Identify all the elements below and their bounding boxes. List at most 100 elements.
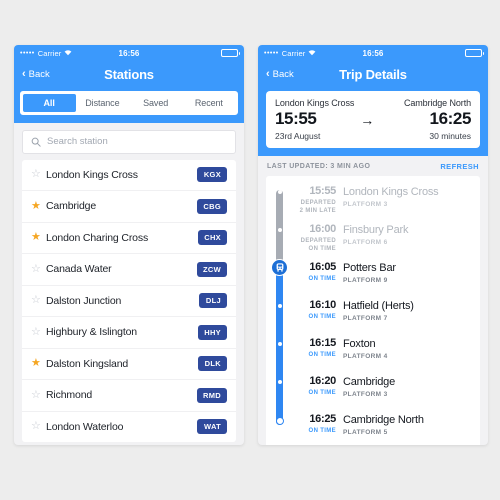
status-bar-trip: ••••• Carrier 16:56 [258,45,488,61]
station-code-badge: WAT [197,419,227,435]
stop-time: 15:55 [309,185,336,197]
destination-station: Cambridge North [403,98,471,108]
trip-summary-section: London Kings Cross 15:55 23rd August → C… [258,87,488,156]
star-icon[interactable]: ☆ [31,295,46,306]
table-row[interactable]: ☆ Richmond RMD [22,380,236,412]
table-row[interactable]: ★ Dalston Kingsland DLK [22,349,236,380]
battery-icon [221,49,240,57]
stop-dot [277,304,282,308]
station-code-badge: CBG [196,198,227,214]
back-button-trip[interactable]: ‹ Back [266,68,294,80]
star-icon[interactable]: ☆ [31,326,46,338]
stop-status: ON TIME [308,313,336,320]
stop-info-column: Finsbury Park PLATFORM 6 [343,223,471,261]
search-bar[interactable] [22,129,236,154]
list-item[interactable]: 16:00 DEPARTED ON TIME Finsbury Park PLA… [266,223,480,261]
stop-info-column: Cambridge North PLATFORM 5 [343,413,471,445]
table-row[interactable]: ☆ Highbury & Islington HHY [22,317,236,349]
wifi-icon [64,49,72,58]
timeline-rail [266,223,292,261]
station-name: Canada Water [46,263,112,276]
refresh-button[interactable]: REFRESH [440,162,479,171]
stop-time-column: 16:00 DEPARTED ON TIME [292,223,343,261]
filter-tab-recent[interactable]: Recent [182,94,235,113]
list-item[interactable]: 16:10 ON TIME Hatfield (Herts) PLATFORM … [266,299,480,337]
station-name: London Kings Cross [46,168,138,181]
stop-info-column: Potters Bar PLATFORM 9 [343,261,471,299]
table-row[interactable]: ☆ London Waterloo WAT [22,412,236,443]
segmented-control[interactable]: All Distance Saved Recent [20,91,238,115]
station-code-badge: RMD [196,387,227,403]
trip-summary-card[interactable]: London Kings Cross 15:55 23rd August → C… [266,91,480,148]
list-item[interactable]: 16:15 ON TIME Foxton PLATFORM 4 [266,337,480,375]
last-updated-label: LAST UPDATED: 3 MIN AGO [267,163,371,170]
stop-time: 16:20 [309,375,336,387]
station-name: London Waterloo [46,420,124,433]
station-code-badge: ZCW [196,261,227,277]
status-bar-left: ••••• Carrier [20,49,72,58]
stop-status: DEPARTED ON TIME [300,237,336,253]
stop-time-column: 16:15 ON TIME [292,337,343,375]
star-icon[interactable]: ☆ [31,389,46,401]
stop-platform: PLATFORM 4 [343,352,388,360]
stop-time: 16:10 [309,299,336,311]
stop-dot [277,380,282,384]
table-row[interactable]: ★ Cambridge CBG [22,191,236,223]
arrow-right-icon: → [360,112,375,128]
screenshot-stage: ••••• Carrier 16:56 ‹ Back Stations All … [0,0,500,500]
star-icon[interactable]: ★ [31,358,46,369]
star-icon[interactable]: ★ [31,232,46,243]
stop-time: 16:25 [309,413,336,425]
trip-details-screen: ••••• Carrier 16:56 ‹ Back Trip Details … [258,45,488,445]
timeline-rail [266,375,292,413]
station-code-badge: HHY [197,324,227,340]
table-row[interactable]: ☆ London Kings Cross KGX [22,160,236,191]
last-updated-bar: LAST UPDATED: 3 MIN AGO REFRESH [258,156,488,176]
filter-tab-saved[interactable]: Saved [129,94,182,113]
station-name: Dalston Kingsland [46,357,129,370]
stop-name: Foxton [343,337,376,350]
station-code-badge: DLJ [199,293,227,309]
stop-time-column: 16:25 ON TIME [292,413,343,445]
timeline-rail [266,337,292,375]
destination-time: 16:25 [429,109,472,128]
stop-dot [277,342,282,346]
list-item[interactable]: 15:55 DEPARTED 2 MIN LATE London Kings C… [266,185,480,223]
stop-name: Cambridge [343,375,396,388]
stops-timeline: 15:55 DEPARTED 2 MIN LATE London Kings C… [266,176,480,445]
timeline-rail [266,185,292,223]
table-row[interactable]: ☆ Canada Water ZCW [22,254,236,286]
back-button-stations[interactable]: ‹ Back [22,68,50,80]
timeline-rail [266,259,292,299]
search-input[interactable] [47,136,227,147]
timeline-rail [266,299,292,337]
list-item[interactable]: 16:20 ON TIME Cambridge PLATFORM 3 [266,375,480,413]
stop-platform: PLATFORM 9 [343,276,388,284]
stop-dot-terminus [275,417,284,425]
station-code-badge: DLK [198,356,227,372]
filter-tab-all[interactable]: All [22,93,76,112]
list-item[interactable]: 16:25 ON TIME Cambridge North PLATFORM 5 [266,413,480,445]
stop-platform: PLATFORM 7 [343,314,388,322]
destination-block: Cambridge North 16:25 30 minutes [404,98,471,141]
stop-dot [277,228,282,232]
stop-time-column: 16:05 ON TIME [292,261,343,299]
stop-name: Finsbury Park [343,223,409,236]
list-item[interactable]: 16:05 ON TIME Potters Bar PLATFORM 9 [266,259,480,299]
origin-block: London Kings Cross 15:55 23rd August [275,98,354,141]
carrier-label: Carrier [281,48,306,58]
stop-info-column: London Kings Cross PLATFORM 3 [343,185,471,223]
stop-info-column: Foxton PLATFORM 4 [343,337,471,375]
station-list: ☆ London Kings Cross KGX ★ Cambridge CBG… [22,159,236,443]
table-row[interactable]: ★ London Charing Cross CHX [22,223,236,254]
star-icon[interactable]: ★ [31,200,46,212]
status-bar-right [465,49,484,57]
star-icon[interactable]: ☆ [31,421,46,432]
table-row[interactable]: ☆ Dalston Junction DLJ [22,286,236,317]
star-icon[interactable]: ☆ [31,263,46,275]
star-icon[interactable]: ☆ [31,169,46,180]
stop-info-column: Cambridge PLATFORM 3 [343,375,471,413]
trip-date: 23rd August [275,131,321,141]
filter-tab-distance[interactable]: Distance [76,94,129,113]
back-label: Back [272,68,294,80]
